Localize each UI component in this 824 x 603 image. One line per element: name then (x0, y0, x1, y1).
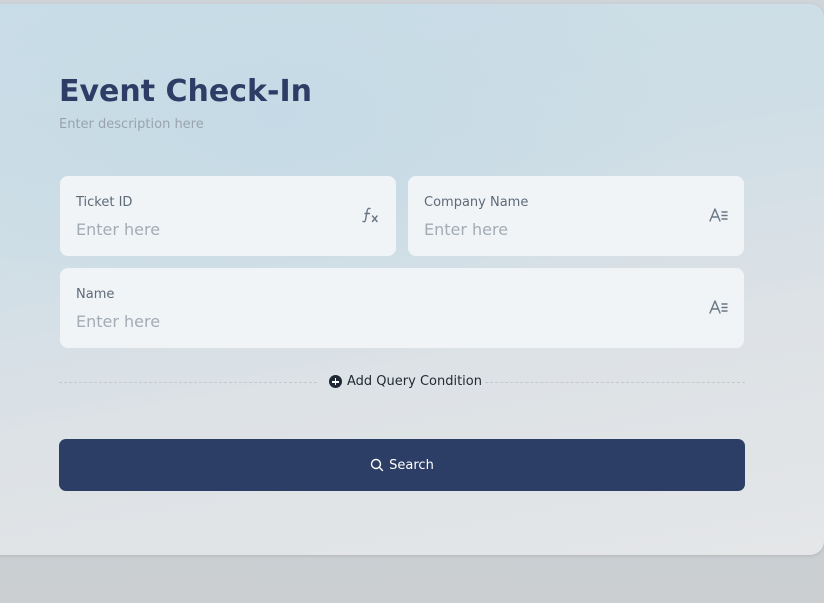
ticket-id-field[interactable]: Ticket ID Enter here (60, 176, 396, 256)
search-button[interactable]: Search (59, 439, 745, 491)
function-icon[interactable] (360, 204, 382, 226)
page-description: Enter description here (59, 117, 204, 132)
ticket-id-input[interactable]: Enter here (76, 220, 160, 239)
text-format-icon[interactable] (708, 296, 730, 318)
ticket-id-label: Ticket ID (76, 195, 133, 210)
search-button-label: Search (389, 457, 434, 473)
divider-line-left (59, 382, 317, 383)
divider-line-right (485, 382, 745, 383)
name-label: Name (76, 287, 115, 302)
add-query-condition-button[interactable]: Add Query Condition (329, 374, 488, 389)
search-icon (370, 458, 384, 472)
plus-circle-icon (329, 375, 342, 388)
add-query-condition-label: Add Query Condition (347, 374, 482, 389)
name-input[interactable]: Enter here (76, 312, 160, 331)
page-title: Event Check-In (59, 74, 312, 109)
name-field[interactable]: Name Enter here (60, 268, 744, 348)
company-name-field[interactable]: Company Name Enter here (408, 176, 744, 256)
company-name-label: Company Name (424, 195, 529, 210)
text-format-icon[interactable] (708, 204, 730, 226)
company-name-input[interactable]: Enter here (424, 220, 508, 239)
